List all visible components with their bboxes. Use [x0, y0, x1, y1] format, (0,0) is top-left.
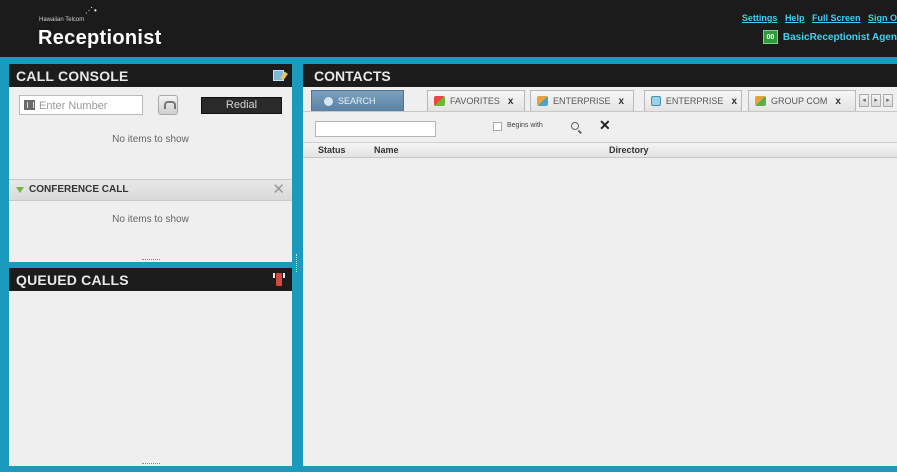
contacts-tabbar: SEARCH FAVORITES x ENTERPRISE x ENTERPRI… — [303, 87, 897, 112]
app-title: Receptionist — [38, 27, 162, 49]
top-links: Settings Help Full Screen Sign O — [737, 13, 897, 23]
conference-call-label: CONFERENCE CALL — [29, 184, 129, 195]
tab-search[interactable]: SEARCH — [311, 90, 404, 111]
tab-scroll-left-button[interactable]: ◂ — [859, 94, 869, 107]
contacts-panel: CONTACTS SEARCH FAVORITES x ENTERPRISE x… — [303, 64, 897, 466]
expand-arrow-icon[interactable] — [16, 187, 24, 193]
column-directory[interactable]: Directory — [609, 145, 649, 155]
tab-label: GROUP COM — [771, 96, 828, 106]
queued-calls-title: QUEUED CALLS — [16, 272, 129, 288]
keypad-icon[interactable] — [24, 100, 35, 110]
notes-icon[interactable] — [273, 70, 284, 81]
tab-close-button[interactable]: x — [731, 96, 737, 107]
app-header: ⋰• Hawaiian Telcom Receptionist Settings… — [0, 0, 897, 57]
panel-resize-grip[interactable] — [141, 259, 160, 262]
enterprise-icon — [537, 96, 548, 106]
contact-search-input[interactable] — [315, 121, 436, 137]
vertical-splitter[interactable] — [292, 64, 303, 466]
contacts-grid-header: Status Name Directory — [303, 142, 897, 158]
agent-name: BasicReceptionist Agen — [782, 31, 897, 43]
contacts-grid-body — [303, 158, 897, 466]
enter-number-input[interactable] — [39, 98, 139, 113]
call-console-header: CALL CONSOLE — [9, 64, 292, 87]
tab-enterprise[interactable]: ENTERPRISE x — [530, 90, 634, 111]
queue-settings-icon[interactable] — [273, 273, 285, 286]
brand-logo-dots: ⋰• — [85, 6, 98, 15]
agent-status-icon[interactable]: 00 — [762, 30, 778, 44]
tab-close-button[interactable]: x — [835, 96, 841, 107]
search-row: Begins with ✕ — [303, 114, 897, 142]
settings-link[interactable]: Settings — [742, 13, 778, 23]
tab-favorites[interactable]: FAVORITES x — [427, 90, 525, 111]
panel-resize-grip[interactable] — [141, 463, 160, 466]
group-common-icon — [755, 96, 766, 106]
begins-with-label: Begins with — [507, 122, 543, 129]
tab-list-button[interactable]: ▸ — [883, 94, 893, 107]
help-link[interactable]: Help — [785, 13, 805, 23]
tab-enterprise-common[interactable]: ENTERPRISE x — [644, 90, 742, 111]
redial-button[interactable]: Redial — [201, 97, 282, 114]
tab-label: FAVORITES — [450, 96, 500, 106]
close-icon[interactable]: ✕ — [272, 182, 285, 198]
splitter-grip[interactable] — [296, 254, 299, 272]
conference-call-bar[interactable]: CONFERENCE CALL ✕ — [9, 179, 292, 201]
contacts-header: CONTACTS — [303, 64, 897, 87]
full-screen-link[interactable]: Full Screen — [812, 13, 861, 23]
tab-group-common[interactable]: GROUP COM x — [748, 90, 856, 111]
queued-calls-header: QUEUED CALLS — [9, 268, 292, 291]
contacts-title: CONTACTS — [314, 68, 391, 84]
call-console-title: CALL CONSOLE — [16, 68, 129, 84]
search-icon — [324, 96, 333, 106]
receptionist-app: ⋰• Hawaiian Telcom Receptionist Settings… — [0, 0, 897, 472]
tab-close-button[interactable]: x — [508, 96, 514, 107]
tab-scroll-right-button[interactable]: ▸ — [871, 94, 881, 107]
tab-label: ENTERPRISE — [553, 96, 611, 106]
column-name[interactable]: Name — [374, 145, 399, 155]
sign-out-link[interactable]: Sign O — [868, 13, 897, 23]
clear-search-button[interactable]: ✕ — [599, 117, 611, 134]
tab-label: ENTERPRISE — [665, 96, 724, 106]
enterprise-common-icon — [651, 96, 661, 106]
queued-calls-panel: QUEUED CALLS — [9, 268, 292, 466]
number-input-box — [19, 95, 143, 115]
conference-empty-text: No items to show — [112, 214, 189, 225]
column-status[interactable]: Status — [318, 145, 346, 155]
tab-close-button[interactable]: x — [619, 96, 625, 107]
dial-button[interactable] — [158, 95, 178, 115]
company-name: Hawaiian Telcom — [39, 17, 85, 23]
call-list-empty-text: No items to show — [112, 134, 189, 145]
call-console-panel: CALL CONSOLE Redial No items to show CON… — [9, 64, 292, 262]
agent-status: 00 BasicReceptionist Agen — [762, 30, 897, 44]
begins-with-checkbox[interactable] — [493, 122, 502, 131]
tab-label: SEARCH — [338, 96, 376, 106]
search-icon[interactable] — [571, 122, 579, 130]
favorites-icon — [434, 96, 445, 106]
